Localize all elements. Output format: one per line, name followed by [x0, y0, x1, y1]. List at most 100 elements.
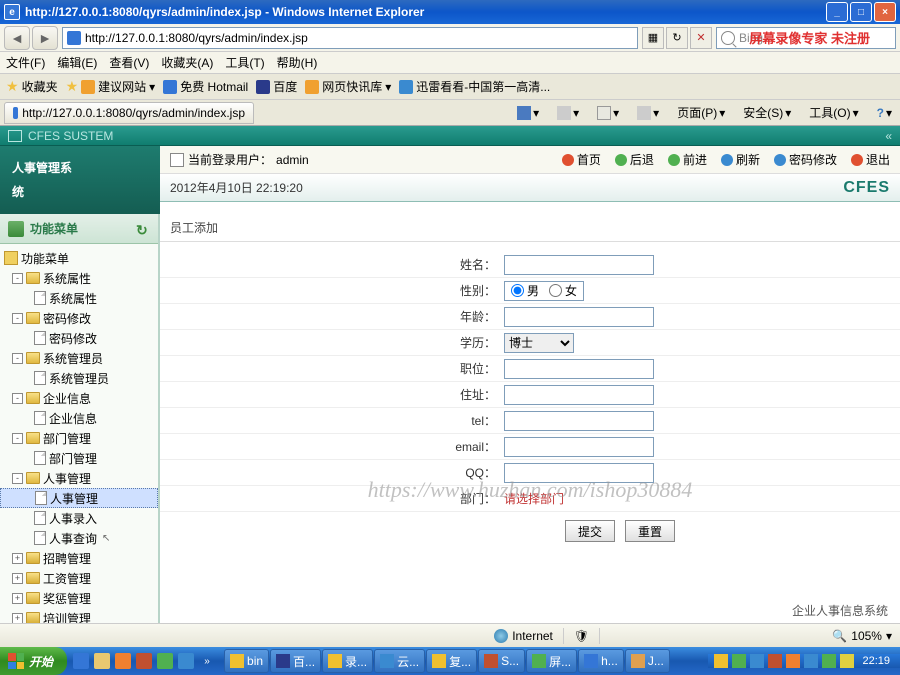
tb-home-button[interactable]: ▾: [513, 104, 543, 122]
refresh-button[interactable]: ↻: [666, 27, 688, 49]
tb-print-button[interactable]: ▾: [633, 104, 663, 122]
clock[interactable]: 22:19: [858, 655, 894, 667]
tree-hr-input[interactable]: 人事录入: [0, 508, 158, 528]
input-job[interactable]: [504, 359, 654, 379]
reset-button[interactable]: 重置: [625, 520, 675, 542]
input-email[interactable]: [504, 437, 654, 457]
action-refresh[interactable]: 刷新: [721, 151, 760, 168]
tb-tools-button[interactable]: 工具(O) ▾: [805, 102, 862, 123]
stop-button[interactable]: ✕: [690, 27, 712, 49]
tray-icon[interactable]: [714, 654, 728, 668]
input-tel[interactable]: [504, 411, 654, 431]
collapse-icon[interactable]: -: [12, 353, 23, 364]
action-forward[interactable]: 前进: [668, 151, 707, 168]
collapse-icon[interactable]: -: [12, 273, 23, 284]
fav-hotmail[interactable]: 免费 Hotmail: [163, 78, 248, 95]
zoom-control[interactable]: 🔍 105% ▾: [832, 629, 892, 643]
tree-salary[interactable]: +工资管理: [0, 568, 158, 588]
maximize-button[interactable]: □: [850, 2, 872, 22]
expand-icon[interactable]: +: [12, 553, 23, 564]
favorites-button[interactable]: ★收藏夹: [6, 78, 58, 95]
tb-mail-button[interactable]: ▾: [593, 104, 623, 122]
tb-feed-button[interactable]: ▾: [553, 104, 583, 122]
tree-sysadmin[interactable]: -系统管理员: [0, 348, 158, 368]
tree-corp-child[interactable]: 企业信息: [0, 408, 158, 428]
fav-baidu[interactable]: 百度: [256, 78, 297, 95]
action-home[interactable]: 首页: [562, 151, 601, 168]
input-qq[interactable]: [504, 463, 654, 483]
task-item[interactable]: 云...: [374, 649, 425, 673]
tb-safety-button[interactable]: 安全(S) ▾: [739, 102, 795, 123]
select-edu[interactable]: 博士: [504, 333, 574, 353]
collapse-icon[interactable]: -: [12, 433, 23, 444]
tree-reward[interactable]: +奖惩管理: [0, 588, 158, 608]
ql-app4[interactable]: [176, 650, 196, 672]
input-age[interactable]: [504, 307, 654, 327]
select-dept-link[interactable]: 请选择部门: [504, 490, 564, 507]
ql-desktop[interactable]: [92, 650, 112, 672]
tray-icon[interactable]: [804, 654, 818, 668]
tree-training[interactable]: +培训管理: [0, 608, 158, 623]
radio-female[interactable]: 女: [549, 282, 577, 299]
tray-icon[interactable]: [768, 654, 782, 668]
ql-ie[interactable]: [71, 650, 91, 672]
expand-icon[interactable]: +: [12, 613, 23, 624]
tree-hr[interactable]: -人事管理: [0, 468, 158, 488]
close-button[interactable]: ×: [874, 2, 896, 22]
tree-root[interactable]: 功能菜单: [0, 248, 158, 268]
tb-help-button[interactable]: ?▾: [873, 104, 896, 122]
task-item[interactable]: bin: [224, 649, 269, 673]
expand-icon[interactable]: +: [12, 593, 23, 604]
input-name[interactable]: [504, 255, 654, 275]
tree-sysadmin-child[interactable]: 系统管理员: [0, 368, 158, 388]
tree-pwd-child[interactable]: 密码修改: [0, 328, 158, 348]
tree-dept[interactable]: -部门管理: [0, 428, 158, 448]
task-item[interactable]: S...: [478, 649, 525, 673]
tree-pwd[interactable]: -密码修改: [0, 308, 158, 328]
menu-edit[interactable]: 编辑(E): [57, 54, 97, 71]
tree-corp[interactable]: -企业信息: [0, 388, 158, 408]
tree-recruit[interactable]: +招聘管理: [0, 548, 158, 568]
task-item[interactable]: h...: [578, 649, 624, 673]
task-item[interactable]: 屏...: [526, 649, 577, 673]
nav-forward-button[interactable]: ►: [32, 26, 58, 50]
tree-hr-manage[interactable]: 人事管理: [0, 488, 158, 508]
compat-view-button[interactable]: ▦: [642, 27, 664, 49]
nav-back-button[interactable]: ◄: [4, 26, 30, 50]
tray-icon[interactable]: [732, 654, 746, 668]
start-button[interactable]: 开始: [0, 647, 67, 675]
minimize-button[interactable]: _: [826, 2, 848, 22]
action-pwd[interactable]: 密码修改: [774, 151, 837, 168]
tree-dept-child[interactable]: 部门管理: [0, 448, 158, 468]
ql-app1[interactable]: [113, 650, 133, 672]
tray-icon[interactable]: [840, 654, 854, 668]
menu-tools[interactable]: 工具(T): [225, 54, 264, 71]
address-input[interactable]: http://127.0.0.1:8080/qyrs/admin/index.j…: [62, 27, 638, 49]
menu-view[interactable]: 查看(V): [109, 54, 149, 71]
menu-file[interactable]: 文件(F): [6, 54, 45, 71]
menu-help[interactable]: 帮助(H): [277, 54, 318, 71]
collapse-icon[interactable]: -: [12, 393, 23, 404]
task-item[interactable]: 百...: [270, 649, 321, 673]
submit-button[interactable]: 提交: [565, 520, 615, 542]
collapse-icon[interactable]: «: [885, 129, 892, 143]
ql-app3[interactable]: [155, 650, 175, 672]
tree-hr-query[interactable]: 人事查询↖: [0, 528, 158, 548]
tree-sysattr-child[interactable]: 系统属性: [0, 288, 158, 308]
tray-icon[interactable]: [750, 654, 764, 668]
tray-icon[interactable]: [786, 654, 800, 668]
tb-page-button[interactable]: 页面(P) ▾: [673, 102, 729, 123]
tab-current[interactable]: http://127.0.0.1:8080/qyrs/admin/index.j…: [4, 102, 254, 124]
refresh-icon[interactable]: ↻: [136, 222, 150, 236]
tree-sysattr[interactable]: -系统属性: [0, 268, 158, 288]
collapse-icon[interactable]: -: [12, 473, 23, 484]
fav-xunlei[interactable]: 迅雷看看-中国第一高清...: [399, 78, 550, 95]
tray-icon[interactable]: [822, 654, 836, 668]
collapse-icon[interactable]: -: [12, 313, 23, 324]
ql-more[interactable]: »: [197, 650, 217, 672]
expand-icon[interactable]: +: [12, 573, 23, 584]
fav-webkx[interactable]: 网页快讯库 ▾: [305, 78, 391, 95]
task-item[interactable]: 录...: [322, 649, 373, 673]
task-item[interactable]: J...: [625, 649, 670, 673]
task-item[interactable]: 复...: [426, 649, 477, 673]
